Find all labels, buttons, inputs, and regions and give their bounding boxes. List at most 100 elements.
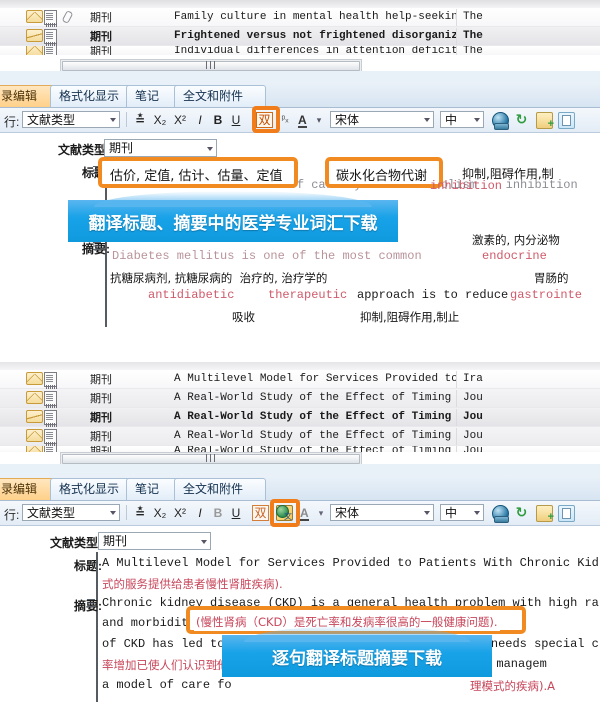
row-source: Jou — [463, 392, 483, 404]
row-icon-empty — [62, 29, 78, 43]
row-source: Jou — [463, 446, 483, 452]
abstract-term-therapeutic: therapeutic — [268, 288, 348, 302]
globe-icon-2[interactable] — [492, 505, 509, 523]
abstract-en-line1: Diabetes mellitus is one of the most com… — [112, 249, 422, 263]
row-icon[interactable] — [44, 29, 60, 46]
tab-record-edit-2-label: 录编辑 — [1, 482, 38, 496]
tab-notes-label: 笔记 — [135, 89, 160, 103]
bold-button[interactable]: B — [212, 111, 224, 129]
row-type: 期刊 — [90, 412, 112, 424]
bold-button-2[interactable]: B — [212, 504, 224, 522]
abstract-term-endocrine: endocrine — [482, 249, 547, 263]
row-icon[interactable] — [62, 10, 78, 24]
superscript-button-2[interactable]: X² — [172, 504, 188, 522]
top-pane-gap — [0, 71, 600, 82]
row-icon[interactable] — [26, 429, 43, 443]
row-icon[interactable] — [44, 410, 60, 427]
field-select-2[interactable]: 文献类型 — [22, 504, 120, 521]
abstract-en-line-2a: and morbidit — [102, 616, 189, 630]
top-toolbar[interactable]: 行: 文献类型 ≛ X₂ X² I B U 双 ᵖₓ A ▾ 宋体 中 ↻ + — [0, 108, 600, 133]
row-source: Jou — [463, 411, 483, 423]
font-family-value: 宋体 — [335, 113, 360, 127]
field-select[interactable]: 文献类型 — [22, 111, 120, 128]
top-record-list[interactable]: 期刊 Family culture in mental health help-s… — [0, 8, 600, 58]
toolbar-row-prefix: 行: — [4, 115, 20, 129]
title-term-en-inhibition: inhibition — [430, 179, 503, 193]
row-icon[interactable] — [44, 46, 60, 55]
title-english-text-2: A Multilevel Model for Services Provided… — [102, 556, 599, 570]
bottom-toolbar[interactable]: 行: 文献类型 ≛ X₂ X² I B U 双 文 A ▾ 宋体 中 ↻ + — [0, 501, 600, 526]
doc-type-select[interactable]: 期刊 — [104, 139, 217, 157]
subscript-button-2[interactable]: X₂ — [152, 504, 168, 522]
table-row[interactable]: 期刊 Frightened versus not frightened disor… — [0, 27, 600, 46]
table-row[interactable]: 期刊 A Real-World Study of the Effect of Ti… — [0, 408, 600, 427]
font-color-chevron-icon-2[interactable]: ▾ — [316, 504, 326, 522]
font-family-select-2[interactable]: 宋体 — [330, 504, 434, 521]
top-tabstrip[interactable]: 录编辑 格式化显示 笔记 全文和附件 — [0, 82, 600, 108]
folder-add-icon[interactable] — [536, 112, 554, 129]
document-icon — [44, 372, 57, 389]
font-size-select-2[interactable]: 中 — [440, 504, 484, 521]
font-size-select[interactable]: 中 — [440, 111, 484, 128]
italic-button[interactable]: I — [194, 111, 206, 129]
row-icon[interactable] — [44, 10, 60, 27]
table-row[interactable]: 期刊 Family culture in mental health help-s… — [0, 8, 600, 27]
row-icon[interactable] — [26, 46, 43, 55]
clear-format-button-2[interactable]: ≛ — [132, 504, 148, 522]
clear-format-button[interactable]: ≛ — [132, 111, 148, 129]
tab-fulltext-attachments-2[interactable]: 全文和附件 — [174, 478, 266, 500]
table-row[interactable]: 期刊 A Real-World Study of the Effect of Ti… — [0, 389, 600, 408]
bottom-blur-strip — [0, 362, 600, 370]
row-icon-empty — [62, 391, 78, 405]
row-icon[interactable] — [26, 391, 43, 405]
underline-button-2[interactable]: U — [230, 504, 242, 522]
tab-fulltext-attachments[interactable]: 全文和附件 — [174, 85, 266, 107]
toolbar-row-prefix-2: 行: — [4, 508, 20, 522]
underline-button[interactable]: U — [230, 111, 242, 129]
row-icon[interactable] — [26, 446, 43, 452]
italic-button-2[interactable]: I — [194, 504, 206, 522]
row-icon[interactable] — [26, 10, 43, 24]
bottom-tabstrip[interactable]: 录编辑 格式化显示 笔记 全文和附件 — [0, 475, 600, 501]
superscript-button[interactable]: X² — [172, 111, 188, 129]
row-icon[interactable] — [44, 429, 60, 446]
table-row[interactable]: 期刊 A Real-World Study of the Effect of Ti… — [0, 427, 600, 446]
row-icon[interactable] — [44, 391, 60, 408]
doc-type-label: 文献类型: — [58, 143, 110, 157]
folder-add-icon-2[interactable] — [536, 505, 554, 522]
row-icon[interactable] — [26, 410, 43, 424]
row-icon[interactable] — [44, 372, 60, 389]
row-type: 期刊 — [90, 31, 112, 43]
export-icon[interactable] — [558, 112, 575, 129]
hanzi-icon-glyph-2: 双 — [254, 506, 267, 520]
refresh-icon[interactable]: ↻ — [514, 112, 529, 127]
abstract-gloss-line3b: 抑制,阻碍作用,制止 — [360, 310, 460, 324]
paperclip-icon — [62, 10, 72, 23]
bottom-record-list[interactable]: 期刊 A Multilevel Model for Services Provid… — [0, 370, 600, 452]
row-type: 期刊 — [90, 393, 112, 405]
hanzi-word-translate-icon-2[interactable]: 双 — [252, 505, 269, 521]
chevron-down-icon — [110, 118, 116, 122]
chevron-down-icon — [201, 540, 207, 544]
bottom-record-body: 文献类型: 期刊 标题: A Multilevel Model for Serv… — [0, 526, 600, 716]
row-type: 期刊 — [90, 431, 112, 443]
refresh-icon-2[interactable]: ↻ — [514, 505, 529, 520]
font-family-select[interactable]: 宋体 — [330, 111, 434, 128]
row-icon[interactable] — [26, 29, 43, 43]
chevron-down-icon — [474, 511, 480, 515]
chevron-down-icon — [424, 118, 430, 122]
doc-type-select-2[interactable]: 期刊 — [98, 532, 211, 550]
globe-icon[interactable] — [492, 112, 509, 130]
font-color-chevron-icon[interactable]: ▾ — [314, 111, 324, 129]
row-source: The — [463, 11, 483, 23]
table-row[interactable]: 期刊 A Multilevel Model for Services Provid… — [0, 370, 600, 389]
row-icon[interactable] — [44, 446, 60, 452]
top-record-body: 文献类型: 期刊 标题: ☰ Evaluation of carbohydrat… — [0, 133, 600, 352]
subscript-button[interactable]: X₂ — [152, 111, 168, 129]
clear-translate-icon[interactable]: ᵖₓ — [278, 111, 292, 129]
font-color-icon-2[interactable]: A — [300, 506, 309, 521]
table-row[interactable]: 期刊 Individual differences in attention de… — [0, 46, 600, 55]
font-color-icon[interactable]: A — [298, 113, 307, 128]
export-icon-2[interactable] — [558, 505, 575, 522]
row-icon[interactable] — [26, 372, 43, 386]
